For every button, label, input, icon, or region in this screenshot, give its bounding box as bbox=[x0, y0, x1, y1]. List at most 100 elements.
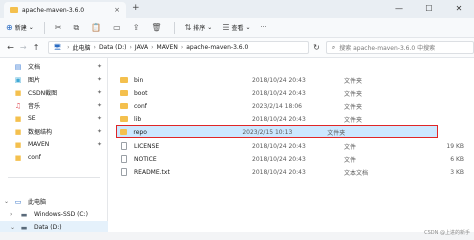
view-button[interactable]: ☰ 查看 ⌄ bbox=[222, 23, 250, 32]
sidebar-item-data-structures[interactable]: ■ 数据结构 ✦ bbox=[0, 125, 108, 138]
file-type: 文件夹 bbox=[344, 77, 363, 85]
status-bar bbox=[0, 232, 474, 240]
list-item-license[interactable]: LICENSE 2018/10/24 20:43 文件 19 KB bbox=[116, 140, 466, 152]
sidebar-item-label: conf bbox=[28, 154, 41, 161]
file-size: 19 KB bbox=[446, 142, 464, 150]
folder-icon: ■ bbox=[14, 127, 22, 136]
pin-icon: ✦ bbox=[96, 115, 102, 122]
folder-icon: ■ bbox=[14, 88, 22, 97]
file-date: 2018/10/24 20:43 bbox=[252, 155, 306, 163]
file-icon bbox=[121, 142, 127, 150]
sidebar-item-conf[interactable]: ■ conf bbox=[0, 151, 108, 164]
file-size: 3 KB bbox=[450, 168, 464, 176]
minimize-button[interactable]: — bbox=[384, 0, 414, 18]
file-date: 2018/10/24 20:43 bbox=[252, 89, 306, 97]
sidebar-item-drive-c[interactable]: › ▬ Windows-SSD (C:) bbox=[0, 208, 108, 221]
new-tab-button[interactable]: + bbox=[132, 3, 140, 13]
more-icon: ··· bbox=[260, 24, 267, 31]
tab-apache-maven[interactable]: apache-maven-3.6.0 × bbox=[4, 2, 126, 18]
maximize-button[interactable]: ☐ bbox=[414, 0, 444, 18]
file-name: conf bbox=[134, 102, 147, 110]
list-item-repo[interactable]: repo 2023/2/15 10:13 文件夹 bbox=[116, 126, 438, 138]
refresh-button[interactable]: ↻ bbox=[313, 43, 320, 52]
sidebar-divider bbox=[8, 177, 100, 178]
search-input[interactable]: ⌕ 搜索 apache-maven-3.6.0 中搜索 bbox=[325, 41, 474, 54]
file-type: 文件夹 bbox=[344, 116, 363, 124]
folder-icon bbox=[120, 129, 128, 135]
file-type: 文件 bbox=[344, 143, 357, 151]
file-size: 6 KB bbox=[450, 155, 464, 163]
list-item-conf[interactable]: conf 2023/2/14 18:06 文件夹 bbox=[116, 100, 466, 112]
back-button[interactable]: ← bbox=[4, 43, 17, 52]
list-item-lib[interactable]: lib 2018/10/24 20:43 文件夹 bbox=[116, 113, 466, 125]
computer-icon: 🖥 bbox=[53, 44, 62, 51]
sidebar-item-documents[interactable]: ▤ 文档 ✦ bbox=[0, 60, 108, 73]
chevron-down-icon[interactable]: ⌄ bbox=[4, 198, 9, 205]
list-item-readme[interactable]: README.txt 2018/10/24 20:43 文本文档 3 KB bbox=[116, 166, 466, 178]
pin-icon: ✦ bbox=[96, 128, 102, 135]
breadcrumb-this-pc[interactable]: 此电脑 bbox=[73, 43, 91, 52]
up-button[interactable]: ↑ bbox=[30, 43, 43, 52]
breadcrumb-data-d[interactable]: Data (D:) bbox=[99, 44, 127, 51]
folder-icon: ■ bbox=[14, 114, 22, 123]
file-name: bin bbox=[134, 76, 144, 84]
pin-icon: ✦ bbox=[96, 76, 102, 83]
breadcrumb-java[interactable]: JAVA bbox=[135, 44, 148, 51]
document-icon: ▤ bbox=[14, 62, 22, 71]
sidebar-item-label: 图片 bbox=[28, 77, 41, 84]
list-item-boot[interactable]: boot 2018/10/24 20:43 文件夹 bbox=[116, 87, 466, 99]
sidebar-item-pictures[interactable]: ▣ 图片 ✦ bbox=[0, 73, 108, 86]
file-date: 2018/10/24 20:43 bbox=[252, 76, 306, 84]
list-item-bin[interactable]: bin 2018/10/24 20:43 文件夹 bbox=[116, 74, 466, 86]
sidebar-item-label: SE bbox=[28, 115, 36, 122]
delete-button[interactable]: 🗑 bbox=[151, 23, 163, 32]
share-icon: ⇪ bbox=[132, 23, 140, 32]
sort-button[interactable]: ⇅ 排序 ⌄ bbox=[185, 23, 213, 32]
file-type: 文件夹 bbox=[327, 129, 346, 137]
copy-button[interactable]: ⧉ bbox=[73, 23, 81, 33]
clipboard-icon: 📋 bbox=[91, 23, 102, 32]
music-icon: ♫ bbox=[14, 101, 22, 110]
file-date: 2023/2/14 18:06 bbox=[252, 102, 302, 110]
sidebar-item-se[interactable]: ■ SE ✦ bbox=[0, 112, 108, 125]
list-item-notice[interactable]: NOTICE 2018/10/24 20:43 文件 6 KB bbox=[116, 153, 466, 165]
breadcrumb[interactable]: 🖥 › 此电脑 › Data (D:) › JAVA › MAVEN › apa… bbox=[48, 41, 310, 54]
cut-button[interactable]: ✂ bbox=[55, 23, 64, 32]
sidebar-item-music[interactable]: ♫ 音乐 ✦ bbox=[0, 99, 108, 112]
more-button[interactable]: ··· bbox=[261, 24, 267, 31]
file-date: 2023/2/15 10:13 bbox=[242, 128, 293, 136]
file-type: 文件夹 bbox=[344, 103, 363, 111]
file-name: repo bbox=[133, 128, 147, 136]
search-placeholder: 搜索 apache-maven-3.6.0 中搜索 bbox=[339, 45, 436, 52]
chevron-right-icon[interactable]: › bbox=[10, 211, 12, 218]
folder-icon bbox=[10, 7, 18, 13]
file-name: LICENSE bbox=[134, 142, 160, 150]
chevron-down-icon[interactable]: ⌄ bbox=[10, 224, 15, 231]
sidebar-item-this-pc[interactable]: ⌄ ▭ 此电脑 bbox=[0, 195, 108, 208]
file-date: 2018/10/24 20:43 bbox=[252, 142, 306, 150]
sidebar-item-csdn[interactable]: ■ CSDN截图 ✦ bbox=[0, 86, 108, 99]
folder-icon bbox=[120, 103, 128, 109]
breadcrumb-apache-maven[interactable]: apache-maven-3.6.0 bbox=[186, 44, 248, 51]
new-button[interactable]: ⊕ 新建 ⌄ bbox=[6, 23, 34, 32]
pin-icon: ✦ bbox=[96, 141, 102, 148]
sort-label: 排序 bbox=[193, 25, 206, 32]
tab-close-icon[interactable]: × bbox=[114, 6, 120, 14]
forward-button[interactable]: → bbox=[17, 43, 30, 52]
breadcrumb-maven[interactable]: MAVEN bbox=[157, 44, 178, 51]
close-button[interactable]: ✕ bbox=[444, 0, 474, 18]
folder-icon: ■ bbox=[14, 153, 22, 162]
share-button[interactable]: ⇪ bbox=[133, 23, 142, 32]
title-bar: apache-maven-3.6.0 × + — ☐ ✕ bbox=[0, 0, 474, 18]
paste-button[interactable]: 📋 bbox=[91, 23, 103, 32]
navigation-pane: ▤ 文档 ✦ ▣ 图片 ✦ ■ CSDN截图 ✦ ♫ 音乐 ✦ ■ SE ✦ ■… bbox=[0, 58, 108, 240]
file-name: lib bbox=[134, 115, 142, 123]
picture-icon: ▣ bbox=[14, 75, 22, 84]
sidebar-item-maven[interactable]: ■ MAVEN ✦ bbox=[0, 138, 108, 151]
folder-icon bbox=[120, 77, 128, 83]
command-bar: ⊕ 新建 ⌄ ✂ ⧉ 📋 ▭ ⇪ 🗑 ⇅ 排序 ⌄ ☰ 查看 ⌄ ··· bbox=[0, 18, 474, 38]
file-date: 2018/10/24 20:43 bbox=[252, 168, 306, 176]
chevron-down-icon: ⌄ bbox=[207, 24, 213, 31]
pin-icon: ✦ bbox=[96, 89, 102, 96]
rename-button[interactable]: ▭ bbox=[113, 23, 123, 32]
